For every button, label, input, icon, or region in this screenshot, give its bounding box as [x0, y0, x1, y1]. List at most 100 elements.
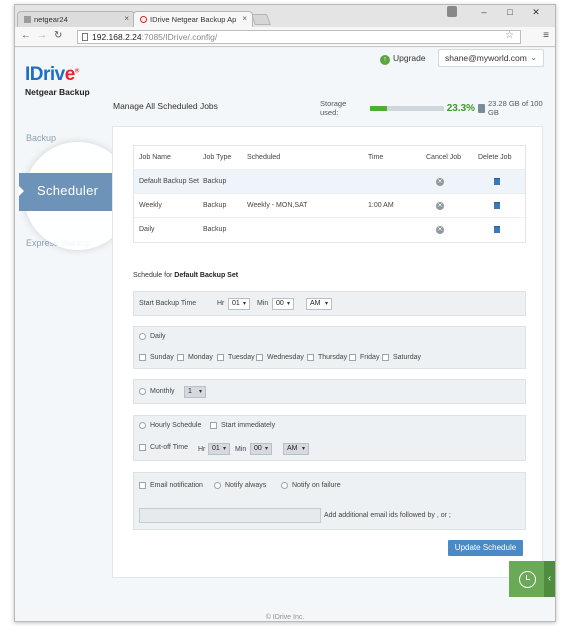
- cutoff-ampm-select[interactable]: AM ▾: [283, 443, 309, 455]
- tuesday-checkbox[interactable]: [217, 354, 224, 361]
- schedule-for-heading: Schedule for Default Backup Set: [133, 272, 238, 279]
- additional-email-input[interactable]: [139, 508, 321, 523]
- notify-always-label: Notify always: [225, 482, 267, 489]
- chevron-left-icon[interactable]: ‹: [544, 561, 555, 597]
- daily-radio[interactable]: [139, 333, 146, 340]
- reload-icon[interactable]: ↻: [54, 30, 62, 41]
- activity-widget[interactable]: ‹: [509, 561, 555, 597]
- page-icon: [82, 33, 88, 41]
- logo-text: IDriv: [25, 64, 65, 85]
- page-title: Manage All Scheduled Jobs: [113, 101, 218, 111]
- close-window-button[interactable]: ✕: [523, 5, 549, 21]
- tuesday-label: Tuesday: [228, 354, 255, 361]
- hourly-section: Hourly Schedule Start immediately Cut-of…: [133, 415, 526, 461]
- friday-checkbox[interactable]: [349, 354, 356, 361]
- notify-always-radio[interactable]: [214, 482, 221, 489]
- saturday-checkbox[interactable]: [382, 354, 389, 361]
- sunday-checkbox[interactable]: [139, 354, 146, 361]
- trash-icon[interactable]: [494, 202, 500, 209]
- storage-indicator: Storage used: 23.3% 23.28 GB of 100 GB: [320, 99, 555, 117]
- profile-icon[interactable]: [445, 5, 459, 21]
- email-hint: Add additional email ids followed by , o…: [324, 512, 451, 519]
- idrive-favicon-icon: [140, 16, 147, 23]
- clock-hand: [526, 575, 530, 580]
- start-ampm-value: AM: [310, 300, 321, 307]
- cutoff-time-checkbox[interactable]: [139, 444, 146, 451]
- jobs-table-header: Job Name Job Type Scheduled Time Cancel …: [134, 146, 525, 170]
- start-time-section: Start Backup Time Hr 01 ▾ Min 00 ▾ AM ▾: [133, 291, 526, 316]
- minimize-button[interactable]: –: [471, 5, 497, 21]
- table-row[interactable]: Default Backup Set Backup ✕: [134, 170, 525, 194]
- monday-label: Monday: [188, 354, 213, 361]
- storage-progress-fill: [370, 105, 388, 111]
- email-notification-checkbox[interactable]: [139, 482, 146, 489]
- start-ampm-select[interactable]: AM ▾: [306, 298, 332, 310]
- app-area: ↑ Upgrade shane@myworld.com ⌄ IDrive® Net…: [15, 48, 555, 621]
- job-name: Weekly: [139, 202, 162, 209]
- bookmark-star-icon[interactable]: ☆: [505, 30, 514, 41]
- trash-icon[interactable]: [494, 178, 500, 185]
- logo-registered-mark: ®: [74, 68, 79, 75]
- dropdown-arrow-icon: ▾: [264, 446, 268, 452]
- browser-menu-icon[interactable]: ≡: [543, 30, 549, 41]
- daily-label: Daily: [150, 333, 166, 340]
- update-schedule-button[interactable]: Update Schedule: [448, 540, 523, 556]
- monthly-day-value: 1: [188, 388, 192, 395]
- hourly-label: Hourly Schedule: [150, 422, 202, 429]
- monday-checkbox[interactable]: [177, 354, 184, 361]
- start-minute-select[interactable]: 00 ▾: [272, 298, 294, 310]
- back-arrow-icon[interactable]: ←: [21, 30, 31, 41]
- table-row[interactable]: Daily Backup ✕: [134, 218, 525, 242]
- dropdown-arrow-icon: ▾: [198, 389, 202, 395]
- email-notification-label: Email notification: [150, 482, 203, 489]
- start-immediately-checkbox[interactable]: [210, 422, 217, 429]
- upgrade-link[interactable]: ↑ Upgrade: [380, 53, 426, 65]
- dropdown-arrow-icon: ▾: [286, 301, 290, 307]
- url-host: 192.168.2.24: [92, 32, 142, 42]
- maximize-button[interactable]: □: [497, 5, 523, 21]
- cancel-job-icon[interactable]: ✕: [436, 226, 444, 234]
- sidebar-item-backup[interactable]: Backup: [26, 133, 56, 143]
- logo-wordmark: IDrive®: [25, 64, 90, 86]
- start-hour-select[interactable]: 01 ▾: [228, 298, 250, 310]
- chevron-down-icon: ⌄: [530, 53, 537, 62]
- browser-tab-netgear24[interactable]: netgear24 ×: [17, 11, 135, 27]
- cutoff-hour-select[interactable]: 01 ▾: [208, 443, 230, 455]
- address-bar[interactable]: 192.168.2.24:7085/IDrive/.config/ ☆: [77, 30, 521, 44]
- dropdown-arrow-icon: ▾: [301, 446, 305, 452]
- close-tab-icon[interactable]: ×: [242, 14, 247, 23]
- cutoff-ampm-value: AM: [287, 445, 298, 452]
- monthly-day-select[interactable]: 1 ▾: [184, 386, 206, 398]
- storage-label: Storage used:: [320, 99, 347, 117]
- cancel-job-icon[interactable]: ✕: [436, 202, 444, 210]
- user-account-dropdown[interactable]: shane@myworld.com ⌄: [438, 49, 544, 67]
- job-type: Backup: [203, 202, 227, 209]
- start-time-label: Start Backup Time: [139, 300, 197, 307]
- wednesday-checkbox[interactable]: [256, 354, 263, 361]
- notify-failure-radio[interactable]: [281, 482, 288, 489]
- browser-tab-label: netgear24: [34, 15, 68, 24]
- cutoff-hour-value: 01: [212, 445, 220, 452]
- idrive-logo: IDrive® Netgear Backup: [25, 64, 90, 97]
- browser-tab-idrive[interactable]: IDrive Netgear Backup Ap ×: [133, 11, 253, 27]
- trash-icon[interactable]: [494, 226, 500, 233]
- cutoff-minute-value: 00: [254, 445, 262, 452]
- storage-detail: 23.28 GB of 100 GB: [488, 99, 543, 117]
- storage-percent: 23.3%: [446, 102, 476, 114]
- url-path: :7085/IDrive/.config/: [141, 32, 218, 42]
- jobs-table: Job Name Job Type Scheduled Time Cancel …: [133, 145, 526, 243]
- forward-arrow-icon[interactable]: →: [37, 30, 47, 41]
- close-tab-icon[interactable]: ×: [124, 14, 129, 23]
- cancel-job-icon[interactable]: ✕: [436, 178, 444, 186]
- col-header-cancel-job: Cancel Job: [426, 154, 462, 161]
- new-tab-button[interactable]: [250, 14, 272, 25]
- monthly-radio[interactable]: [139, 388, 146, 395]
- col-header-job-type: Job Type: [203, 154, 232, 161]
- job-name: Daily: [139, 226, 155, 233]
- job-name: Default Backup Set: [139, 178, 199, 185]
- table-row[interactable]: Weekly Backup Weekly - MON,SAT 1:00 AM ✕: [134, 194, 525, 218]
- thursday-checkbox[interactable]: [307, 354, 314, 361]
- cutoff-minute-select[interactable]: 00 ▾: [250, 443, 272, 455]
- col-header-delete-job: Delete Job: [478, 154, 512, 161]
- hourly-radio[interactable]: [139, 422, 146, 429]
